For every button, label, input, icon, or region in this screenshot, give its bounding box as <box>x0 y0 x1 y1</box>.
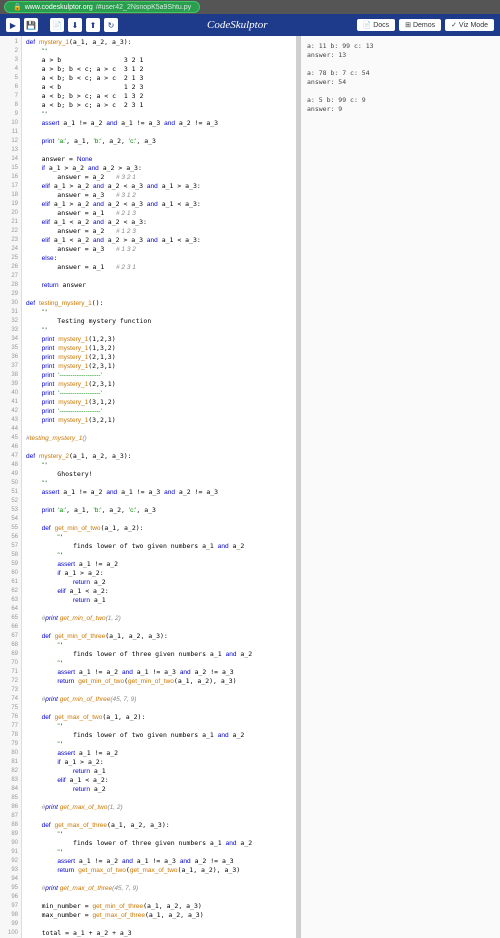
download-button[interactable]: ⬇ <box>68 18 82 32</box>
url-path: /#user42_2NsnopK5a9Shtu.py <box>96 4 191 11</box>
line-gutter: 1234567891011121314151617181920212223242… <box>0 36 22 938</box>
output-console: a: 11 b: 99 c: 13 answer: 13 a: 78 b: 7 … <box>300 36 500 938</box>
save-button[interactable]: 💾 <box>24 18 38 32</box>
demos-button[interactable]: ⊞ Demos <box>399 19 441 31</box>
code-area[interactable]: def mystery_1(a_1, a_2, a_3): ''' a > b … <box>22 36 296 938</box>
url-pill[interactable]: 🔒 www.codeskulptor.org/#user42_2NsnopK5a… <box>4 1 200 13</box>
toolbar: ▶ 💾 📄 ⬇ ⬆ ↻ CodeSkulptor 📄 Docs ⊞ Demos … <box>0 14 500 36</box>
fresh-button[interactable]: 📄 <box>50 18 64 32</box>
app-title: CodeSkulptor <box>207 19 268 31</box>
run-button[interactable]: ▶ <box>6 18 20 32</box>
upload-button[interactable]: ⬆ <box>86 18 100 32</box>
reset-button[interactable]: ↻ <box>104 18 118 32</box>
url-domain: www.codeskulptor.org <box>25 4 93 11</box>
code-editor[interactable]: 1234567891011121314151617181920212223242… <box>0 36 300 938</box>
main-panel: 1234567891011121314151617181920212223242… <box>0 36 500 938</box>
address-bar: 🔒 www.codeskulptor.org/#user42_2NsnopK5a… <box>0 0 500 14</box>
docs-button[interactable]: 📄 Docs <box>357 19 396 31</box>
viz-mode-button[interactable]: ✓ Viz Mode <box>445 19 494 31</box>
toolbar-left: ▶ 💾 📄 ⬇ ⬆ ↻ <box>6 18 118 32</box>
lock-icon: 🔒 <box>13 3 22 11</box>
toolbar-right: 📄 Docs ⊞ Demos ✓ Viz Mode <box>357 19 494 31</box>
